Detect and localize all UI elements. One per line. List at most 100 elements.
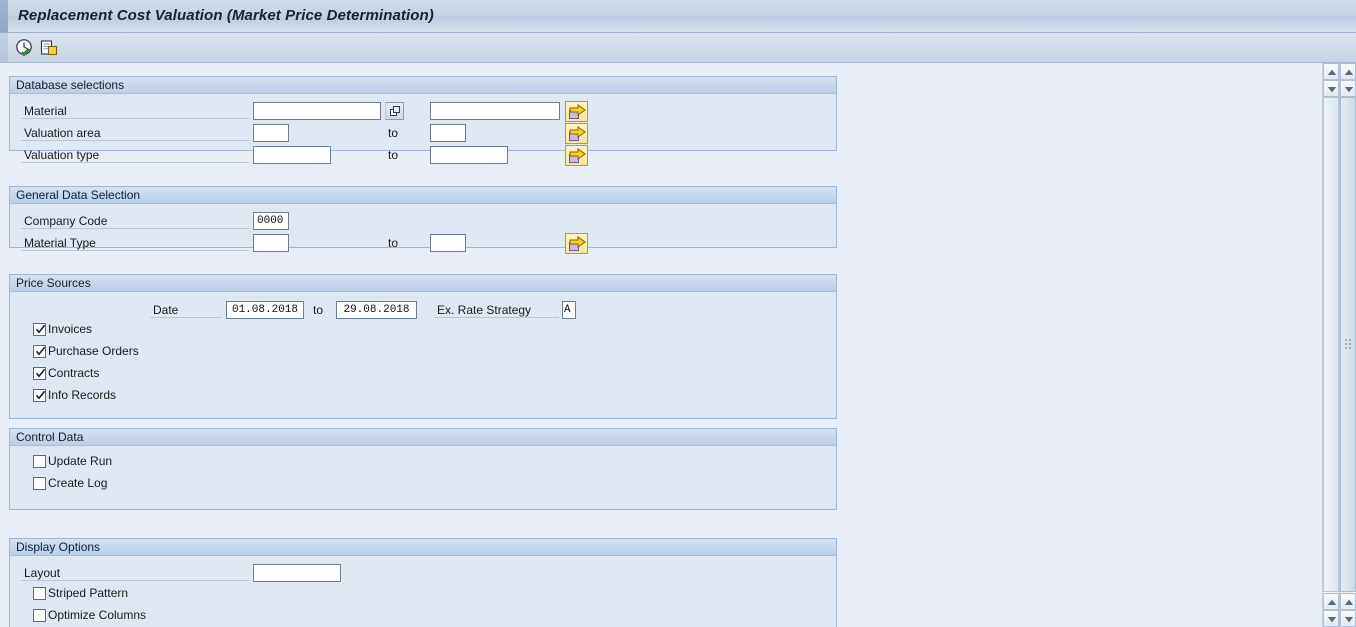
label-date: Date — [153, 303, 179, 317]
label-valuation-area: Valuation area — [24, 126, 101, 140]
panel-general-data-selection: General Data Selection Company Code Mate… — [9, 186, 837, 254]
checkbox-info-records[interactable] — [33, 389, 46, 402]
separator-to-valuation-area: to — [388, 126, 399, 140]
panel-control-data: Control Data Update Run Create Log — [9, 428, 837, 510]
checkbox-striped-pattern[interactable] — [33, 587, 46, 600]
copy-document-icon[interactable] — [39, 38, 59, 58]
checkbox-label-info-records: Info Records — [48, 388, 117, 402]
material-type-from-input[interactable] — [253, 234, 289, 252]
material-type-multiple-selection-button[interactable] — [565, 233, 588, 254]
checkbox-contracts[interactable] — [33, 367, 46, 380]
checkbox-label-update-run: Update Run — [48, 454, 113, 468]
material-type-to-input[interactable] — [430, 234, 466, 252]
window-scroll-thumb[interactable] — [1340, 97, 1356, 592]
window-scroll-track[interactable] — [1340, 97, 1356, 592]
check-mark-icon — [35, 368, 46, 378]
triangle-down-icon — [1344, 617, 1354, 623]
separator-to-date: to — [313, 303, 324, 317]
ex-rate-strategy-input[interactable] — [562, 301, 576, 319]
window-scroll-up-button-bottom[interactable] — [1340, 593, 1356, 610]
scroll-down-button-inner-bottom[interactable] — [1323, 610, 1339, 627]
material-from-input[interactable] — [253, 102, 381, 120]
panel-body-database-selections: Material Valuation area to Valuation typ… — [10, 94, 836, 166]
panel-header-database-selections: Database selections — [10, 77, 836, 94]
separator-to-material-type: to — [388, 236, 399, 250]
panel-title-general-data-selection: General Data Selection — [16, 188, 141, 202]
checkbox-invoices[interactable] — [33, 323, 46, 336]
triangle-down-icon — [1327, 87, 1337, 93]
checkbox-label-invoices: Invoices — [48, 322, 93, 336]
field-row-valuation-area: Valuation area to — [10, 123, 836, 145]
application-toolbar: © www.tutorialkart.com — [0, 33, 1356, 96]
checkbox-label-contracts: Contracts — [48, 366, 100, 380]
scroll-track-inner[interactable] — [1323, 97, 1339, 592]
triangle-down-icon — [1327, 617, 1337, 623]
panel-body-control-data: Update Run Create Log — [10, 446, 836, 509]
valuation-area-multiple-selection-button[interactable] — [565, 123, 588, 144]
date-to-input[interactable] — [336, 301, 417, 319]
triangle-down-icon — [1344, 87, 1354, 93]
multi-select-arrow-icon — [569, 148, 586, 160]
sap-selection-screen: Replacement Cost Valuation (Market Price… — [0, 0, 1356, 627]
checkbox-label-purchase-orders: Purchase Orders — [48, 344, 139, 358]
valuation-type-from-input[interactable] — [253, 146, 331, 164]
valuation-area-from-input[interactable] — [253, 124, 289, 142]
checkbox-label-striped-pattern: Striped Pattern — [48, 586, 129, 600]
multi-select-arrow-icon — [569, 126, 586, 138]
date-from-input[interactable] — [226, 301, 304, 319]
layout-input[interactable] — [253, 564, 341, 582]
page-title: Replacement Cost Valuation (Market Price… — [18, 7, 434, 24]
panel-price-sources: Price Sources Date to Ex. Rate Strategy — [9, 274, 837, 419]
field-row-valuation-type: Valuation type to — [10, 145, 836, 167]
triangle-up-icon — [1327, 69, 1337, 75]
material-multiple-selection-button[interactable] — [565, 101, 588, 122]
content-vertical-scrollbar[interactable] — [1322, 63, 1339, 627]
panel-database-selections: Database selections Material Valuation a… — [9, 76, 837, 166]
panel-body-general-data-selection: Company Code Material Type to — [10, 204, 836, 254]
triangle-up-icon — [1344, 69, 1354, 75]
panel-header-control-data: Control Data — [10, 429, 836, 446]
material-to-input[interactable] — [430, 102, 560, 120]
checkbox-optimize-columns[interactable] — [33, 609, 46, 622]
scroll-thumb-inner[interactable] — [1323, 97, 1339, 592]
label-material: Material — [24, 104, 67, 118]
panel-display-options: Display Options Layout Striped Pattern O… — [9, 538, 837, 627]
window-vertical-scrollbar[interactable] — [1339, 63, 1356, 627]
title-bar-left-cap — [0, 0, 8, 32]
label-company-code: Company Code — [24, 214, 108, 228]
valuation-type-to-input[interactable] — [430, 146, 508, 164]
window-scroll-down-button-bottom[interactable] — [1340, 610, 1356, 627]
separator-to-valuation-type: to — [388, 148, 399, 162]
material-search-help-icon[interactable] — [385, 102, 404, 120]
field-row-layout: Layout — [10, 563, 836, 585]
panel-header-display-options: Display Options — [10, 539, 836, 556]
execute-clock-check-icon[interactable] — [15, 38, 35, 58]
window-scroll-down-button[interactable] — [1340, 80, 1356, 97]
company-code-input[interactable] — [253, 212, 289, 230]
label-valuation-type: Valuation type — [24, 148, 100, 162]
valuation-area-to-input[interactable] — [430, 124, 466, 142]
field-row-material-type: Material Type to — [10, 233, 836, 255]
check-mark-icon — [35, 324, 46, 334]
selection-screen-content: Database selections Material Valuation a… — [0, 63, 1322, 627]
panel-title-price-sources: Price Sources — [16, 276, 91, 290]
checkbox-update-run[interactable] — [33, 455, 46, 468]
scroll-up-button-inner[interactable] — [1323, 63, 1339, 80]
panel-header-general-data-selection: General Data Selection — [10, 187, 836, 204]
window-scroll-up-button[interactable] — [1340, 63, 1356, 80]
triangle-up-icon — [1344, 599, 1354, 605]
label-material-type: Material Type — [24, 236, 96, 250]
scroll-up-button-inner-bottom[interactable] — [1323, 593, 1339, 610]
toolbar-left-cap — [0, 33, 8, 62]
multi-select-arrow-icon — [569, 104, 586, 116]
valuation-type-multiple-selection-button[interactable] — [565, 145, 588, 166]
label-layout: Layout — [24, 566, 61, 580]
checkbox-create-log[interactable] — [33, 477, 46, 490]
panel-title-control-data: Control Data — [16, 430, 84, 444]
checkbox-purchase-orders[interactable] — [33, 345, 46, 358]
panel-title-database-selections: Database selections — [16, 78, 125, 92]
multi-select-arrow-icon — [569, 236, 586, 248]
panel-body-price-sources: Date to Ex. Rate Strategy Invoices — [10, 292, 836, 418]
scroll-down-button-inner[interactable] — [1323, 80, 1339, 97]
search-help-square-front — [393, 106, 400, 113]
